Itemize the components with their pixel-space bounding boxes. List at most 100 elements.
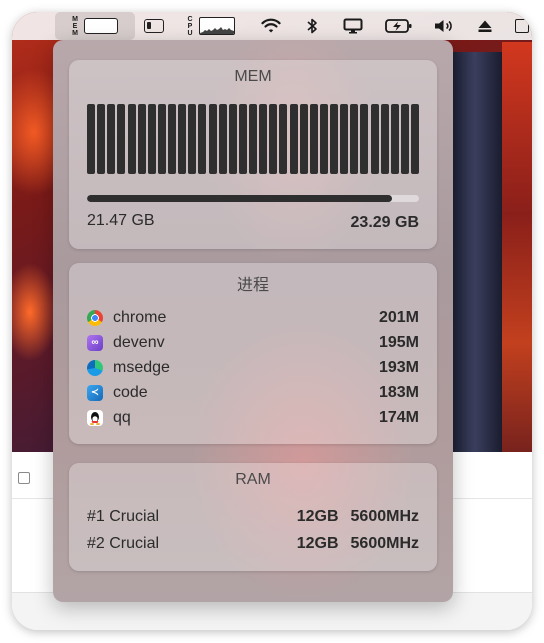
ram-card-title: RAM	[235, 471, 271, 488]
wallpaper-tree	[452, 52, 502, 472]
process-memory: 201M	[378, 308, 419, 326]
memory-bar	[279, 104, 288, 174]
memory-bar	[340, 104, 349, 174]
battery-icon	[144, 19, 164, 33]
memory-bar	[107, 104, 116, 174]
mem-letter-m2: M	[72, 29, 78, 37]
bluetooth-icon[interactable]	[302, 12, 322, 40]
process-name: msedge	[113, 358, 170, 376]
mem-letter-m: M	[72, 15, 78, 23]
memory-bar	[330, 104, 338, 174]
memory-bar	[97, 104, 106, 174]
memory-bar	[137, 104, 146, 174]
process-list: chrome 201M ∞ devenv 195M msedge 193M ≺ …	[87, 305, 419, 430]
wifi-icon[interactable]	[258, 12, 284, 40]
process-row-msedge[interactable]: msedge 193M	[87, 355, 419, 380]
processes-card-title: 进程	[236, 277, 269, 294]
process-row-qq[interactable]: qq 174M	[87, 405, 419, 430]
memory-bar	[269, 104, 278, 174]
memory-bar	[370, 104, 379, 174]
memory-bar	[147, 104, 156, 174]
process-name: chrome	[113, 308, 167, 326]
app-icon[interactable]	[512, 12, 532, 40]
memory-bar	[238, 104, 247, 174]
cpu-vertical-label: C P U	[187, 16, 192, 37]
checkbox[interactable]	[18, 472, 30, 484]
process-memory: 195M	[378, 333, 419, 351]
ram-module-speed: 5600MHz	[350, 534, 419, 552]
process-memory: 193M	[378, 358, 419, 376]
memory-bar	[360, 104, 369, 174]
process-row-code[interactable]: ≺ code 183M	[87, 380, 419, 405]
process-name: devenv	[113, 333, 165, 351]
process-memory: 174M	[378, 408, 419, 426]
ram-module-row: #2 Crucial 12GB 5600MHz	[87, 530, 419, 557]
process-row-devenv[interactable]: ∞ devenv 195M	[87, 330, 419, 355]
memory-bar	[218, 104, 227, 174]
visual-studio-icon: ∞	[87, 334, 103, 351]
memory-used-value: 21.47 GB	[87, 212, 155, 229]
memory-bar	[259, 104, 268, 174]
edge-icon	[87, 359, 103, 376]
ram-module-name: #2 Crucial	[87, 534, 160, 552]
memory-bar	[87, 104, 95, 174]
memory-usage-fill	[87, 195, 393, 202]
battery-status-item[interactable]	[140, 12, 168, 40]
memory-bar	[188, 104, 197, 174]
memory-bar	[178, 104, 187, 174]
process-name: qq	[113, 408, 131, 426]
ram-module-list: #1 Crucial 12GB 5600MHz #2 Crucial 12GB …	[87, 503, 419, 557]
memory-bar	[411, 104, 419, 174]
memory-bar	[198, 104, 207, 174]
memory-bar	[127, 104, 136, 174]
volume-icon[interactable]	[430, 12, 458, 40]
memory-bar	[390, 104, 399, 174]
display-icon[interactable]	[340, 12, 366, 40]
memory-bar	[380, 104, 389, 174]
menu-bar: M E M C P U	[12, 12, 532, 40]
memory-bar	[117, 104, 126, 174]
battery-charging-icon[interactable]	[384, 12, 414, 40]
memory-monitor-status-item[interactable]: M E M	[55, 12, 135, 40]
vscode-icon: ≺	[87, 384, 103, 401]
mem-vertical-label: M E M	[72, 16, 78, 37]
cpu-letter-p: P	[187, 22, 193, 30]
ram-module-size: 12GB	[296, 507, 339, 525]
memory-bar	[400, 104, 409, 174]
memory-bar	[299, 104, 308, 174]
memory-monitor-icon	[83, 18, 118, 34]
memory-bar-graph	[87, 104, 419, 174]
memory-card: MEM 21.47 GB 23.29 GB	[69, 60, 437, 249]
memory-bar	[309, 104, 318, 174]
chrome-icon	[87, 309, 103, 326]
memory-bar	[228, 104, 237, 174]
app-box-icon	[515, 19, 529, 33]
cpu-monitor-status-item[interactable]: C P U	[182, 12, 240, 40]
ram-module-name: #1 Crucial	[87, 507, 160, 525]
memory-bar	[289, 104, 298, 174]
ram-card: RAM #1 Crucial 12GB 5600MHz #2 Crucial 1…	[69, 463, 437, 571]
eject-icon[interactable]	[474, 12, 496, 40]
memory-total-value: 23.29 GB	[350, 214, 419, 231]
memory-bar	[168, 104, 176, 174]
memory-usage-progress	[87, 195, 419, 202]
ram-module-speed: 5600MHz	[350, 507, 419, 525]
process-row-chrome[interactable]: chrome 201M	[87, 305, 419, 330]
qq-icon	[87, 409, 103, 426]
processes-card: 进程 chrome 201M ∞ devenv 195M msedge 193M	[69, 263, 437, 444]
cpu-letter-u: U	[187, 29, 193, 37]
screen: M E M C P U MEM 21.47 GB 23.29 GB 进程 chr…	[12, 12, 532, 630]
cpu-graph-icon	[198, 17, 235, 35]
memory-bar	[208, 104, 217, 174]
wallpaper-leaves	[502, 42, 532, 472]
memory-bar	[319, 104, 328, 174]
ram-module-size: 12GB	[296, 534, 339, 552]
cpu-letter-c: C	[187, 15, 193, 23]
memory-bar	[350, 104, 359, 174]
memory-card-title: MEM	[234, 68, 272, 85]
memory-bar	[157, 104, 166, 174]
mem-letter-e: E	[72, 22, 78, 30]
process-memory: 183M	[378, 383, 419, 401]
ram-module-row: #1 Crucial 12GB 5600MHz	[87, 503, 419, 530]
memory-monitor-popover: MEM 21.47 GB 23.29 GB 进程 chrome 201M ∞ d…	[53, 40, 453, 602]
